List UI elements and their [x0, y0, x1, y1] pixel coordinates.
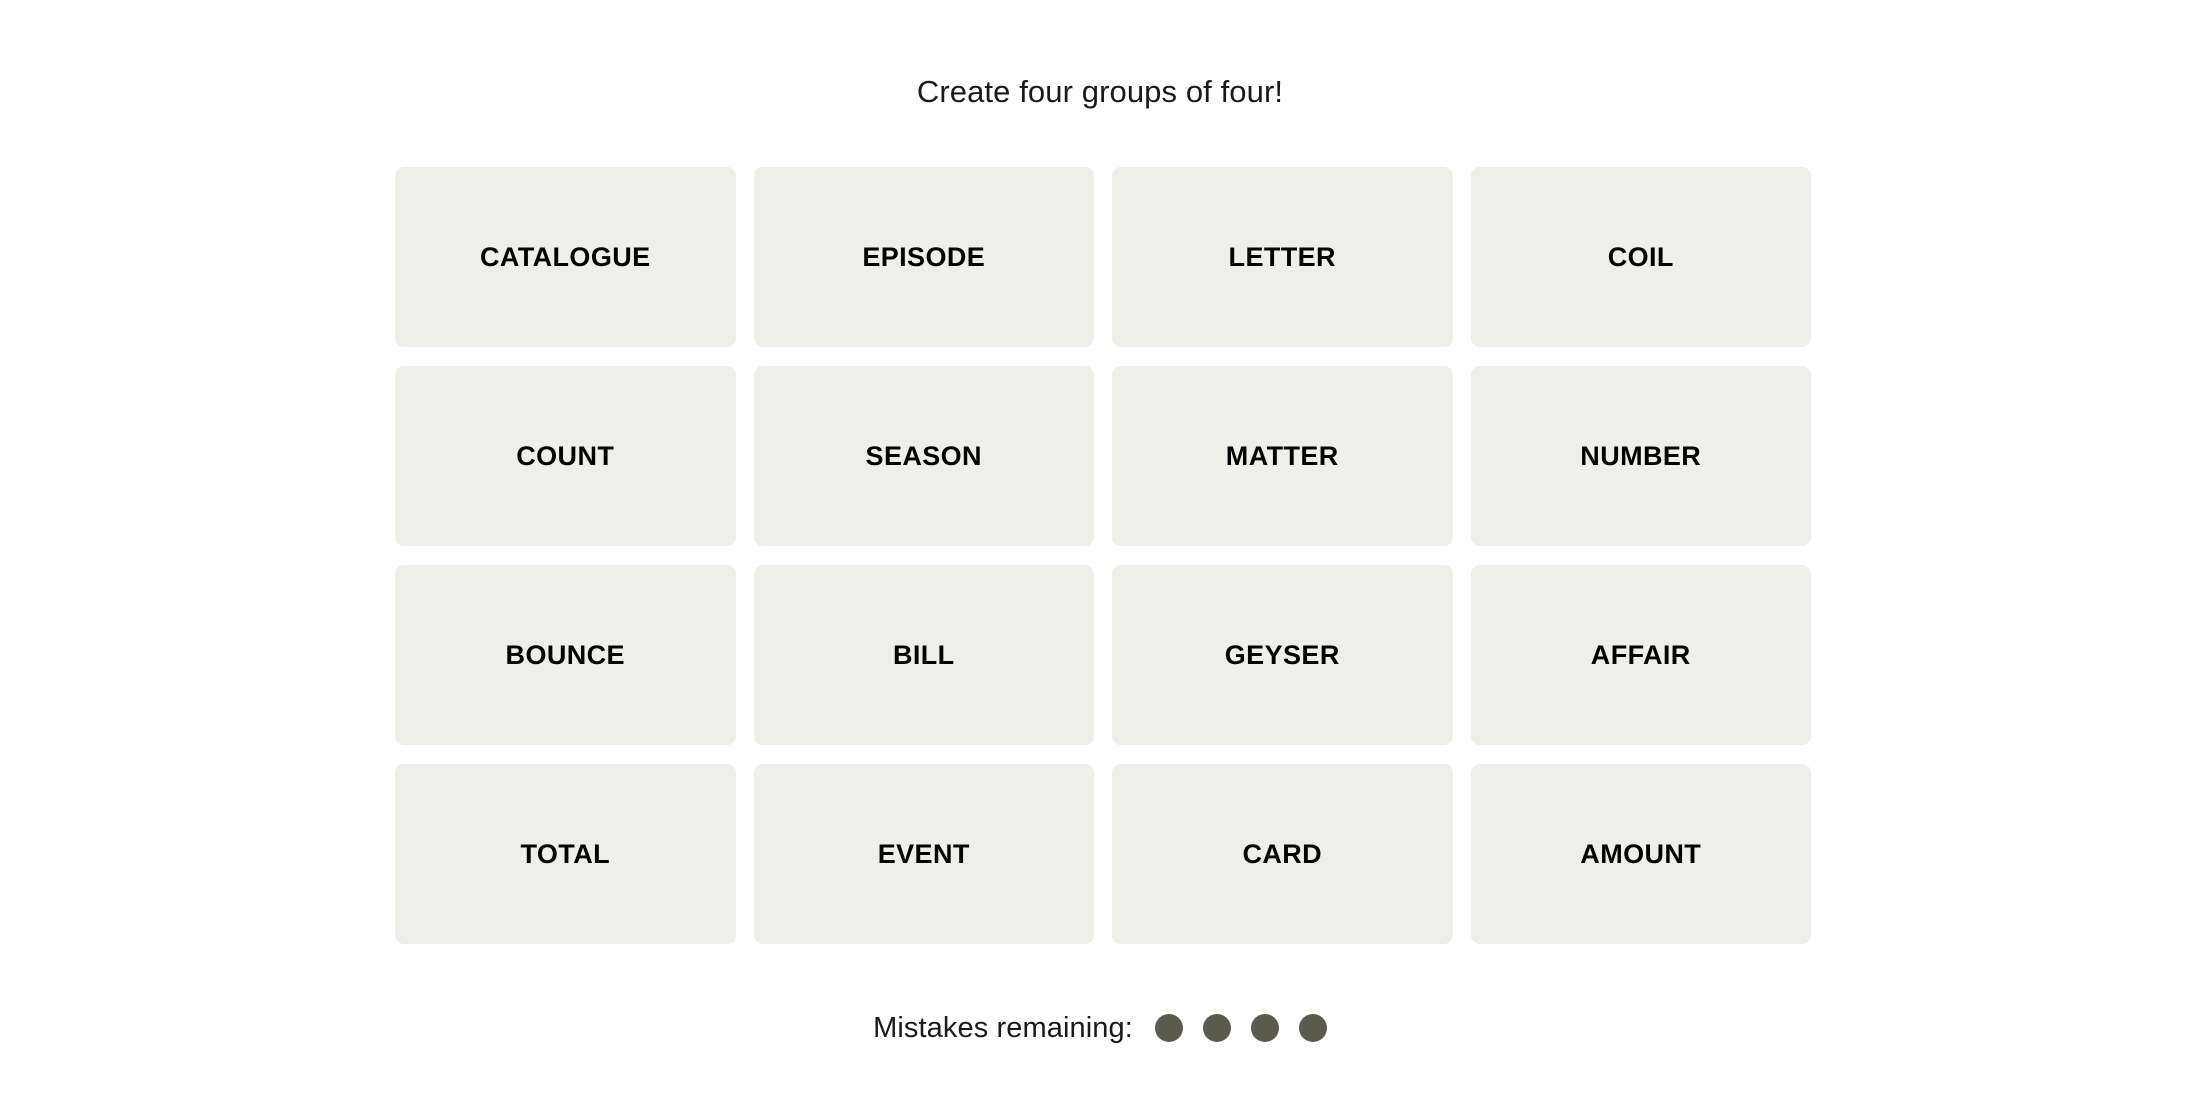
word-tile-label: EPISODE [862, 241, 986, 272]
mistakes-remaining-row: Mistakes remaining: [0, 1008, 2200, 1048]
word-tile-label: NUMBER [1580, 440, 1702, 471]
word-tile[interactable]: COUNT [395, 366, 736, 546]
word-tile[interactable]: CARD [1112, 764, 1453, 944]
word-tile-label: TOTAL [520, 838, 610, 869]
word-tile-label: CATALOGUE [479, 241, 651, 272]
word-tile[interactable]: NUMBER [1470, 366, 1811, 546]
connections-game: Create four groups of four! CATALOGUE EPI… [0, 0, 2200, 1100]
word-tile-label: CARD [1242, 838, 1323, 869]
mistakes-remaining-label: Mistakes remaining: [873, 1012, 1133, 1044]
word-tile-label: SEASON [865, 440, 982, 471]
word-tile-label: BOUNCE [505, 639, 625, 670]
mistake-dot-3 [1250, 1014, 1279, 1042]
word-tile-label: GEYSER [1224, 639, 1340, 670]
word-tile[interactable]: CATALOGUE [395, 167, 736, 347]
word-tile-label: MATTER [1225, 440, 1339, 471]
mistakes-dots [1154, 1014, 1327, 1042]
word-tile-label: AFFAIR [1590, 639, 1691, 670]
word-tile[interactable]: AMOUNT [1470, 764, 1811, 944]
word-tile[interactable]: LETTER [1112, 167, 1453, 347]
mistake-dot-1 [1154, 1014, 1183, 1042]
word-tile[interactable]: BILL [753, 565, 1094, 745]
word-grid: CATALOGUE EPISODE LETTER COIL COUNT SEASON MAT… [395, 167, 1811, 944]
page-title: Create four groups of four! [916, 74, 1284, 109]
word-tile-label: BILL [892, 639, 955, 670]
word-tile-label: COIL [1607, 241, 1674, 272]
mistake-dot-2 [1202, 1014, 1231, 1042]
word-tile-label: COUNT [516, 440, 615, 471]
word-tile-label: EVENT [877, 838, 970, 869]
mistake-dot-4 [1298, 1014, 1327, 1042]
word-tile[interactable]: BOUNCE [395, 565, 736, 745]
word-tile-label: AMOUNT [1580, 838, 1702, 869]
word-tile[interactable]: EVENT [753, 764, 1094, 944]
word-tile[interactable]: TOTAL [395, 764, 736, 944]
word-tile[interactable]: EPISODE [753, 167, 1094, 347]
word-tile[interactable]: SEASON [753, 366, 1094, 546]
word-tile[interactable]: MATTER [1112, 366, 1453, 546]
word-tile-label: LETTER [1228, 241, 1336, 272]
word-tile[interactable]: GEYSER [1112, 565, 1453, 745]
word-tile[interactable]: AFFAIR [1470, 565, 1811, 745]
word-tile[interactable]: COIL [1470, 167, 1811, 347]
